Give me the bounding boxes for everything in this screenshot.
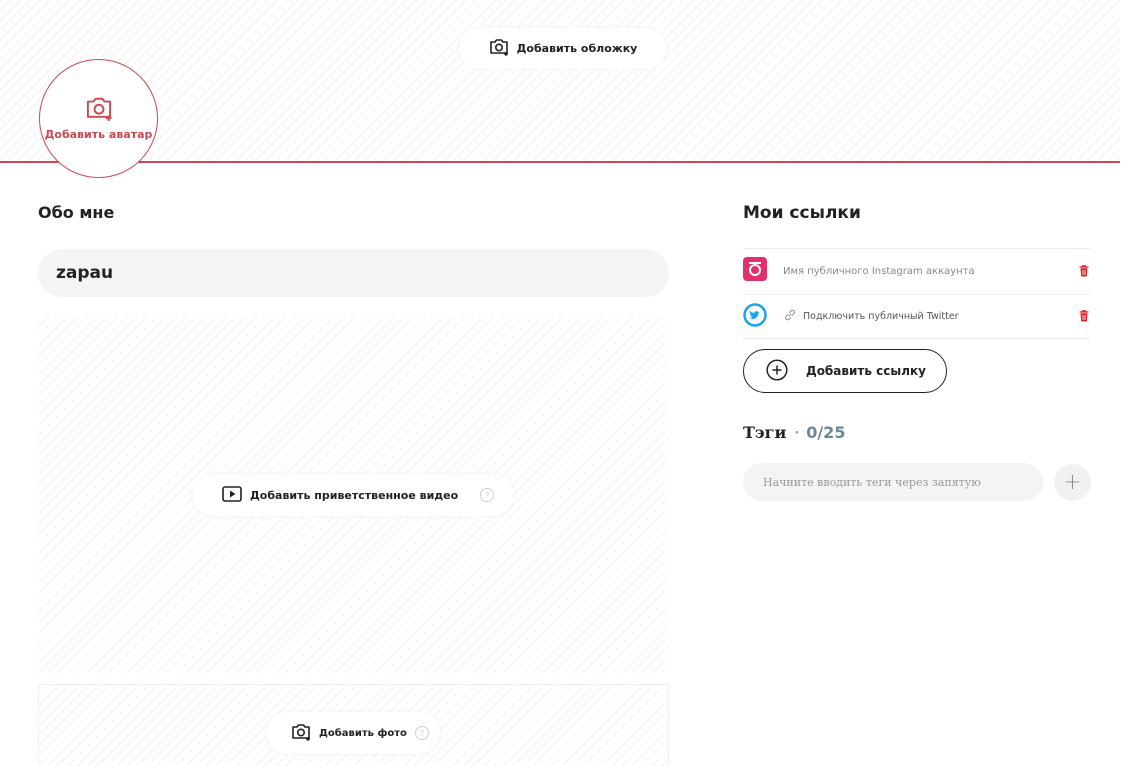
camera-icon bbox=[291, 723, 311, 744]
twitter-link-text: Подключить публичный Twitter bbox=[803, 311, 959, 322]
plus-icon: + bbox=[1063, 470, 1082, 495]
camera-icon bbox=[85, 96, 113, 124]
name-value: zapau bbox=[56, 263, 114, 283]
about-heading: Обо мне bbox=[38, 203, 115, 222]
help-icon[interactable]: ? bbox=[414, 726, 429, 740]
add-video-label: Добавить приветственное видео bbox=[250, 488, 459, 502]
twitter-icon bbox=[743, 302, 767, 331]
instagram-icon bbox=[743, 257, 767, 285]
chain-link-icon bbox=[783, 307, 797, 326]
add-photo-label: Добавить фото bbox=[319, 727, 407, 739]
add-avatar-button[interactable]: Добавить аватар bbox=[39, 59, 158, 178]
add-avatar-label: Добавить аватар bbox=[44, 128, 153, 141]
play-icon bbox=[222, 485, 242, 505]
cover-area bbox=[0, 0, 1120, 163]
add-tag-button[interactable]: + bbox=[1054, 464, 1091, 501]
link-row-twitter[interactable]: Подключить публичный Twitter bbox=[743, 294, 1091, 339]
help-icon[interactable]: ? bbox=[480, 488, 495, 502]
tags-input[interactable] bbox=[743, 463, 1043, 501]
add-cover-label: Добавить обложку bbox=[516, 42, 638, 55]
trash-icon[interactable] bbox=[1079, 262, 1089, 281]
add-link-button[interactable]: Добавить ссылку bbox=[743, 349, 947, 393]
tags-separator: · bbox=[794, 424, 800, 441]
links-heading: Мои ссылки bbox=[743, 203, 861, 223]
name-field[interactable]: zapau bbox=[38, 249, 669, 297]
add-photo-button[interactable]: Добавить фото ? bbox=[266, 712, 440, 754]
tags-heading: Тэги bbox=[743, 423, 787, 442]
camera-icon bbox=[489, 38, 509, 59]
instagram-link-text: Имя публичного Instagram аккаунта bbox=[783, 265, 975, 277]
add-cover-button[interactable]: Добавить обложку bbox=[459, 28, 667, 69]
add-link-label: Добавить ссылку bbox=[806, 364, 926, 378]
add-video-button[interactable]: Добавить приветственное видео ? bbox=[192, 474, 514, 516]
tags-count: 0/25 bbox=[806, 423, 846, 442]
plus-circle-icon bbox=[766, 358, 788, 384]
trash-icon[interactable] bbox=[1079, 307, 1089, 326]
link-row-instagram[interactable]: Имя публичного Instagram аккаунта bbox=[743, 248, 1091, 293]
tags-heading-row: Тэги · 0/25 bbox=[743, 423, 845, 442]
